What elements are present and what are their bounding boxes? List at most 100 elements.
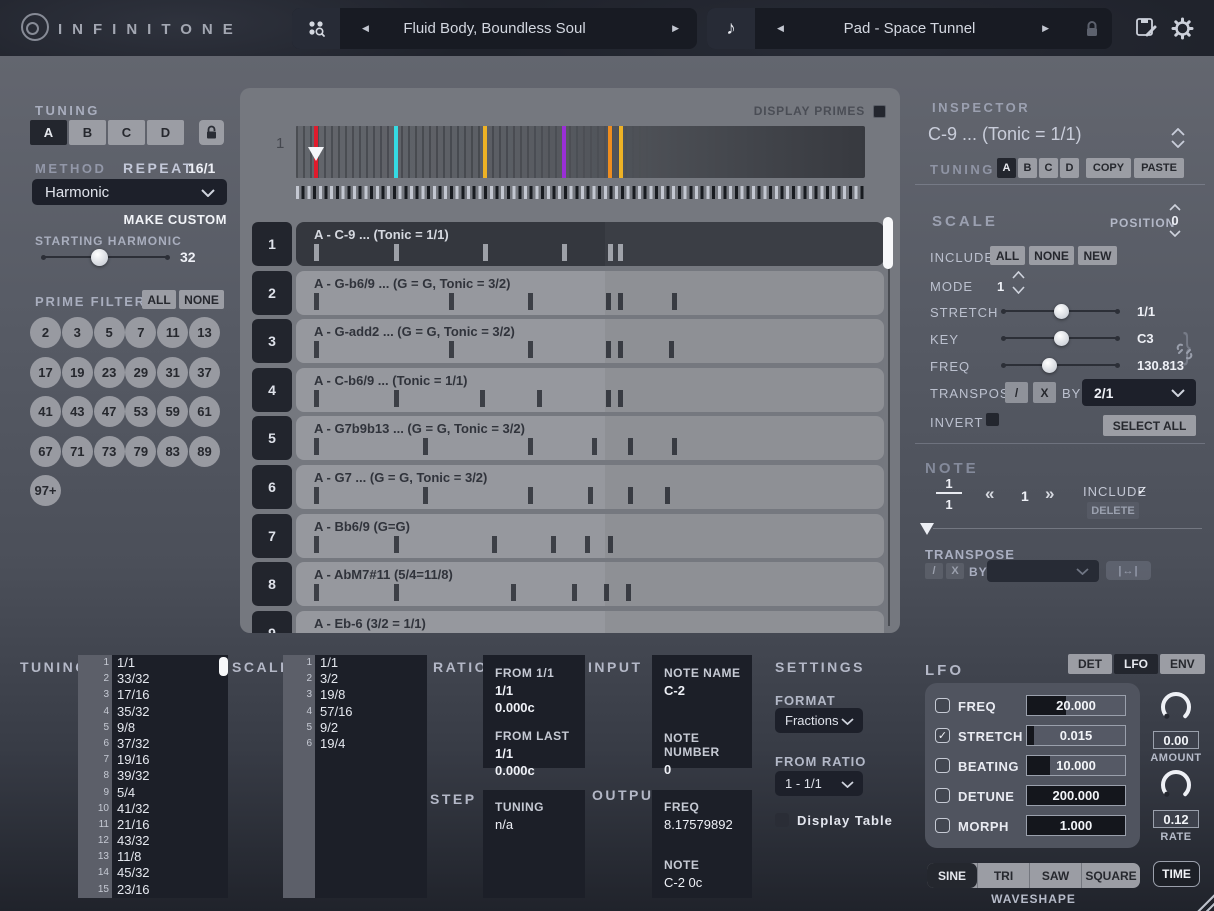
prime-filter-2[interactable]: 2 bbox=[30, 317, 61, 348]
repeat-label[interactable]: REPEAT bbox=[123, 160, 194, 176]
preset-next-button[interactable]: ▶ bbox=[672, 8, 679, 49]
method-dropdown[interactable]: Harmonic bbox=[32, 179, 227, 205]
prime-filter-67[interactable]: 67 bbox=[30, 435, 61, 467]
note-transpose-multiply-button[interactable]: X bbox=[946, 563, 964, 579]
amount-knob[interactable] bbox=[1158, 690, 1194, 724]
scale-row-number[interactable]: 9 bbox=[252, 610, 292, 633]
prime-filter-71[interactable]: 71 bbox=[61, 435, 93, 467]
waveshape-saw[interactable]: SAW bbox=[1029, 863, 1081, 888]
note-transpose-divide-button[interactable]: / bbox=[925, 563, 943, 579]
transpose-by-dropdown[interactable]: 2/1 bbox=[1082, 379, 1196, 406]
slider-handle[interactable] bbox=[1053, 303, 1069, 319]
note-position-marker[interactable] bbox=[920, 523, 934, 535]
prime-filter-73[interactable]: 73 bbox=[93, 435, 125, 467]
inspector-tuning-tab-b[interactable]: B bbox=[1018, 158, 1037, 178]
note-transpose-by-dropdown[interactable] bbox=[987, 560, 1099, 582]
broken-link-icon[interactable] bbox=[1176, 343, 1193, 365]
prime-filter-83[interactable]: 83 bbox=[157, 435, 189, 467]
scale-row[interactable]: A - Eb-6 (3/2 = 1/1) bbox=[296, 610, 884, 633]
prime-filter-13[interactable]: 13 bbox=[188, 317, 220, 348]
prime-filter-7[interactable]: 7 bbox=[125, 317, 157, 348]
waveshape-tri[interactable]: TRI bbox=[977, 863, 1029, 888]
chevron-down-icon[interactable] bbox=[1169, 230, 1181, 237]
note-next-button[interactable]: » bbox=[1045, 484, 1054, 504]
scale-row-number[interactable]: 4 bbox=[252, 367, 292, 412]
scale-row-number[interactable]: 3 bbox=[252, 319, 292, 364]
list-row-value[interactable]: 9/8 bbox=[112, 720, 228, 736]
list-row-value[interactable]: 19/16 bbox=[112, 752, 228, 768]
morph-checkbox[interactable] bbox=[935, 818, 950, 833]
save-preset-button[interactable] bbox=[1134, 16, 1160, 40]
scale-row-number[interactable]: 8 bbox=[252, 562, 292, 607]
waveshape-sine[interactable]: SINE bbox=[927, 863, 977, 888]
list-row-value[interactable]: 5/4 bbox=[112, 785, 228, 801]
scale-row[interactable]: A - C-b6/9 ... (Tonic = 1/1) bbox=[296, 367, 884, 412]
paste-button[interactable]: PASTE bbox=[1134, 158, 1184, 178]
prime-spectrum-bar[interactable] bbox=[296, 126, 865, 178]
preset-prev-button[interactable]: ◀ bbox=[777, 8, 784, 49]
include-all-button[interactable]: ALL bbox=[990, 246, 1025, 265]
prime-filter-11[interactable]: 11 bbox=[157, 317, 189, 348]
include-none-button[interactable]: NONE bbox=[1029, 246, 1074, 265]
note-include-checkbox[interactable]: ✓ bbox=[1137, 483, 1148, 499]
scale-row-number[interactable]: 2 bbox=[252, 270, 292, 315]
prime-filter-5[interactable]: 5 bbox=[93, 317, 125, 348]
list-row-value[interactable]: 3/2 bbox=[315, 671, 427, 687]
scale-row[interactable]: A - G7b9b13 ... (G = G, Tonic = 3/2) bbox=[296, 416, 884, 461]
prime-filters-none-button[interactable]: NONE bbox=[179, 290, 224, 309]
prime-filter-31[interactable]: 31 bbox=[157, 356, 189, 388]
chevron-down-icon[interactable] bbox=[1012, 286, 1025, 294]
amount-value[interactable]: 0.00 bbox=[1153, 731, 1199, 749]
prime-filter-19[interactable]: 19 bbox=[61, 356, 93, 388]
tuning-list[interactable]: 1/1 33/32 17/16 35/32 9/8 37/32 19/16 39/32 5/4 4… bbox=[112, 655, 228, 898]
waveshape-square[interactable]: SQUARE bbox=[1081, 863, 1140, 888]
from-ratio-dropdown[interactable]: 1 - 1/1 bbox=[775, 771, 863, 796]
rate-knob[interactable] bbox=[1158, 768, 1194, 802]
chevron-up-icon[interactable] bbox=[1171, 128, 1185, 136]
browse-presets-button[interactable] bbox=[292, 8, 340, 49]
list-row-value[interactable]: 19/4 bbox=[315, 736, 427, 752]
prime-filter-53[interactable]: 53 bbox=[125, 396, 157, 427]
list-row-value[interactable]: 21/16 bbox=[112, 817, 228, 833]
list-row-value[interactable]: 57/16 bbox=[315, 704, 427, 720]
mode-stepper[interactable] bbox=[1012, 271, 1025, 294]
stretch-value-field[interactable]: 0.015 bbox=[1026, 725, 1126, 746]
scale-row-number[interactable]: 1 bbox=[252, 222, 292, 266]
chevron-up-icon[interactable] bbox=[1169, 204, 1181, 211]
lfo-tab-det[interactable]: DET bbox=[1068, 654, 1112, 674]
note-position-track[interactable] bbox=[933, 528, 1202, 529]
list-row-value[interactable]: 39/32 bbox=[112, 768, 228, 784]
include-new-button[interactable]: NEW bbox=[1078, 246, 1117, 265]
inspector-tuning-tab-c[interactable]: C bbox=[1039, 158, 1058, 178]
list-row-value[interactable]: 1/1 bbox=[315, 655, 427, 671]
scale-row-number[interactable]: 6 bbox=[252, 465, 292, 509]
slider-handle[interactable] bbox=[91, 248, 109, 266]
note-swap-button[interactable]: |↔| bbox=[1106, 561, 1151, 580]
time-button[interactable]: TIME bbox=[1153, 861, 1200, 887]
beating-value-field[interactable]: 10.000 bbox=[1026, 755, 1126, 776]
note-prev-button[interactable]: « bbox=[985, 484, 994, 504]
lfo-tab-lfo[interactable]: LFO bbox=[1114, 654, 1158, 674]
list-row-value[interactable]: 19/8 bbox=[315, 687, 427, 703]
prime-filter-41[interactable]: 41 bbox=[30, 396, 61, 427]
format-dropdown[interactable]: Fractions bbox=[775, 708, 863, 733]
chevron-down-icon[interactable] bbox=[1171, 140, 1185, 148]
scale-row[interactable]: A - Bb6/9 (G=G) bbox=[296, 513, 884, 558]
list-row-value[interactable]: 17/16 bbox=[112, 687, 228, 703]
tuning-tab-c[interactable]: C bbox=[108, 120, 145, 145]
prime-filter-23[interactable]: 23 bbox=[93, 356, 125, 388]
prime-filter-17[interactable]: 17 bbox=[30, 356, 61, 388]
rate-value[interactable]: 0.12 bbox=[1153, 810, 1199, 828]
prime-filter-79[interactable]: 79 bbox=[125, 435, 157, 467]
playhead-marker[interactable] bbox=[307, 147, 324, 161]
slider-handle[interactable] bbox=[1042, 357, 1057, 373]
inspector-tuning-tab-a[interactable]: A bbox=[997, 158, 1016, 178]
list-row-value[interactable]: 33/32 bbox=[112, 671, 228, 687]
tuning-tab-b[interactable]: B bbox=[69, 120, 106, 145]
display-table-checkbox[interactable] bbox=[775, 813, 789, 827]
tuning-tab-d[interactable]: D bbox=[147, 120, 184, 145]
chevron-up-icon[interactable] bbox=[1012, 271, 1025, 279]
position-stepper[interactable]: 0 bbox=[1169, 204, 1181, 237]
list-row-value[interactable]: 45/32 bbox=[112, 865, 228, 881]
list-row-value[interactable]: 11/8 bbox=[112, 849, 228, 865]
